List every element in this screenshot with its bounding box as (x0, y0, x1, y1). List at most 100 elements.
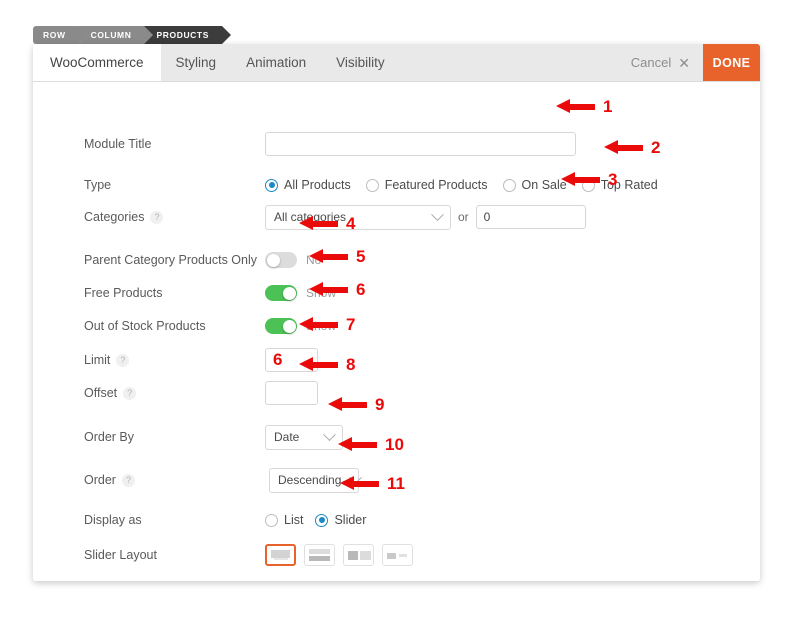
tab-animation[interactable]: Animation (231, 44, 321, 81)
screenshot-stage: ROW COLUMN PRODUCTS WooCommerce Styling … (0, 0, 800, 622)
breadcrumb-label: ROW (43, 30, 66, 40)
arrow-left-icon (556, 99, 595, 114)
limit-label-text: Limit (84, 353, 111, 367)
annotation-5: 5 (309, 248, 365, 265)
annotation-number: 7 (346, 315, 356, 334)
tab-label: Visibility (336, 55, 385, 70)
radio-on-sale[interactable]: On Sale (502, 178, 567, 192)
tab-styling[interactable]: Styling (161, 44, 232, 81)
radio-label: Featured Products (384, 178, 488, 192)
arrow-left-icon (561, 172, 600, 187)
display-as-radio-group: List Slider (265, 513, 366, 527)
order-by-control: Date (265, 424, 343, 450)
module-title-input[interactable] (265, 132, 576, 156)
field-row-display-as: Display as List Slider (33, 509, 760, 531)
tab-label: Styling (175, 55, 217, 70)
parent-category-toggle[interactable] (265, 252, 297, 268)
help-icon[interactable]: ? (121, 473, 135, 487)
visible-slides-select[interactable]: 1 (265, 580, 305, 581)
annotation-number: 5 (356, 247, 366, 266)
annotation-number: 9 (375, 395, 385, 414)
categories-or-label: or (458, 210, 469, 224)
arrow-left-icon (309, 249, 348, 264)
tab-label: Animation (246, 55, 307, 70)
annotation-4: 4 (299, 215, 355, 232)
annotation-number: 3 (608, 170, 618, 189)
categories-label-text: Categories (84, 210, 145, 224)
tab-woocommerce[interactable]: WooCommerce (33, 44, 161, 81)
breadcrumb-item-row[interactable]: ROW (33, 26, 88, 44)
done-button[interactable]: DONE (703, 44, 760, 81)
breadcrumb-label: PRODUCTS (156, 30, 209, 40)
header-actions: Cancel ✕ DONE (618, 44, 760, 81)
radio-label: All Products (284, 178, 351, 192)
order-value: Descending (278, 473, 342, 487)
radio-featured-products[interactable]: Featured Products (365, 178, 488, 192)
order-label: Order ? (84, 469, 135, 491)
arrow-left-icon (309, 282, 348, 297)
categories-label: Categories ? (84, 206, 164, 228)
out-of-stock-label: Out of Stock Products (84, 319, 206, 333)
chevron-down-icon (323, 427, 336, 441)
field-row-parent-category: Parent Category Products Only No (33, 249, 760, 271)
slider-options-control: 1 Visible Slides (265, 580, 387, 581)
layout-side-icon[interactable] (343, 544, 374, 566)
annotation-6: 6 (309, 281, 365, 298)
breadcrumb-item-products[interactable]: PRODUCTS (144, 26, 231, 44)
display-as-label: Display as (84, 513, 142, 527)
field-row-free-products: Free Products Show (33, 282, 760, 304)
radio-list[interactable]: List (265, 513, 303, 527)
breadcrumb-chevron-icon (221, 26, 231, 44)
field-row-limit: Limit ? (33, 348, 760, 372)
radio-dot-icon (365, 178, 379, 192)
annotation-number: 4 (346, 214, 356, 233)
tab-bar: WooCommerce Styling Animation Visibility… (33, 44, 760, 82)
limit-label: Limit ? (84, 349, 130, 371)
annotation-8: 8 (299, 356, 355, 373)
help-icon[interactable]: ? (123, 386, 137, 400)
annotation-number: 8 (346, 355, 356, 374)
out-of-stock-toggle[interactable] (265, 318, 297, 334)
offset-input[interactable] (265, 381, 318, 405)
offset-control (265, 381, 318, 405)
display-as-control: List Slider (265, 509, 366, 531)
categories-id-input[interactable] (475, 205, 586, 229)
breadcrumb-item-column[interactable]: COLUMN (78, 26, 154, 44)
annotation-number: 1 (603, 97, 613, 116)
radio-dot-icon (265, 513, 278, 527)
radio-label: List (284, 513, 304, 527)
radio-all-products[interactable]: All Products (265, 178, 351, 192)
tab-visibility[interactable]: Visibility (321, 44, 400, 81)
slider-layout-label: Slider Layout (84, 548, 157, 562)
annotation-number: 6 (356, 280, 366, 299)
radio-dot-icon (265, 178, 278, 192)
annotation-number: 10 (385, 435, 404, 454)
free-products-toggle[interactable] (265, 285, 297, 301)
categories-select[interactable]: All categories (265, 204, 451, 230)
offset-label: Offset ? (84, 382, 137, 404)
arrow-left-icon (338, 437, 377, 452)
slider-layout-thumbs (265, 544, 413, 566)
arrow-left-icon (299, 317, 338, 332)
radio-slider[interactable]: Slider (315, 513, 366, 527)
slider-layout-control (265, 541, 413, 569)
annotation-3: 3 (561, 171, 617, 188)
field-row-type: Type All Products Featured Products On S… (33, 174, 760, 196)
field-row-slider-options: Slider Options 1 Visible Slides (33, 580, 760, 581)
order-by-label: Order By (84, 430, 135, 444)
annotation-7: 7 (299, 316, 355, 333)
annotation-number: 11 (387, 474, 405, 493)
help-icon[interactable]: ? (116, 353, 130, 367)
cancel-button[interactable]: Cancel ✕ (618, 55, 703, 70)
arrow-left-icon (299, 216, 338, 231)
layout-full-icon[interactable] (265, 544, 296, 566)
order-by-select[interactable]: Date (265, 424, 343, 450)
field-row-categories: Categories ? All categories or (33, 204, 760, 230)
order-by-value: Date (274, 430, 300, 444)
layout-grid-icon[interactable] (382, 544, 413, 566)
layout-split-icon[interactable] (304, 544, 335, 566)
chevron-down-icon (431, 207, 444, 221)
help-icon[interactable]: ? (150, 210, 164, 224)
field-row-out-of-stock: Out of Stock Products Show (33, 315, 760, 337)
type-label: Type (84, 178, 112, 192)
